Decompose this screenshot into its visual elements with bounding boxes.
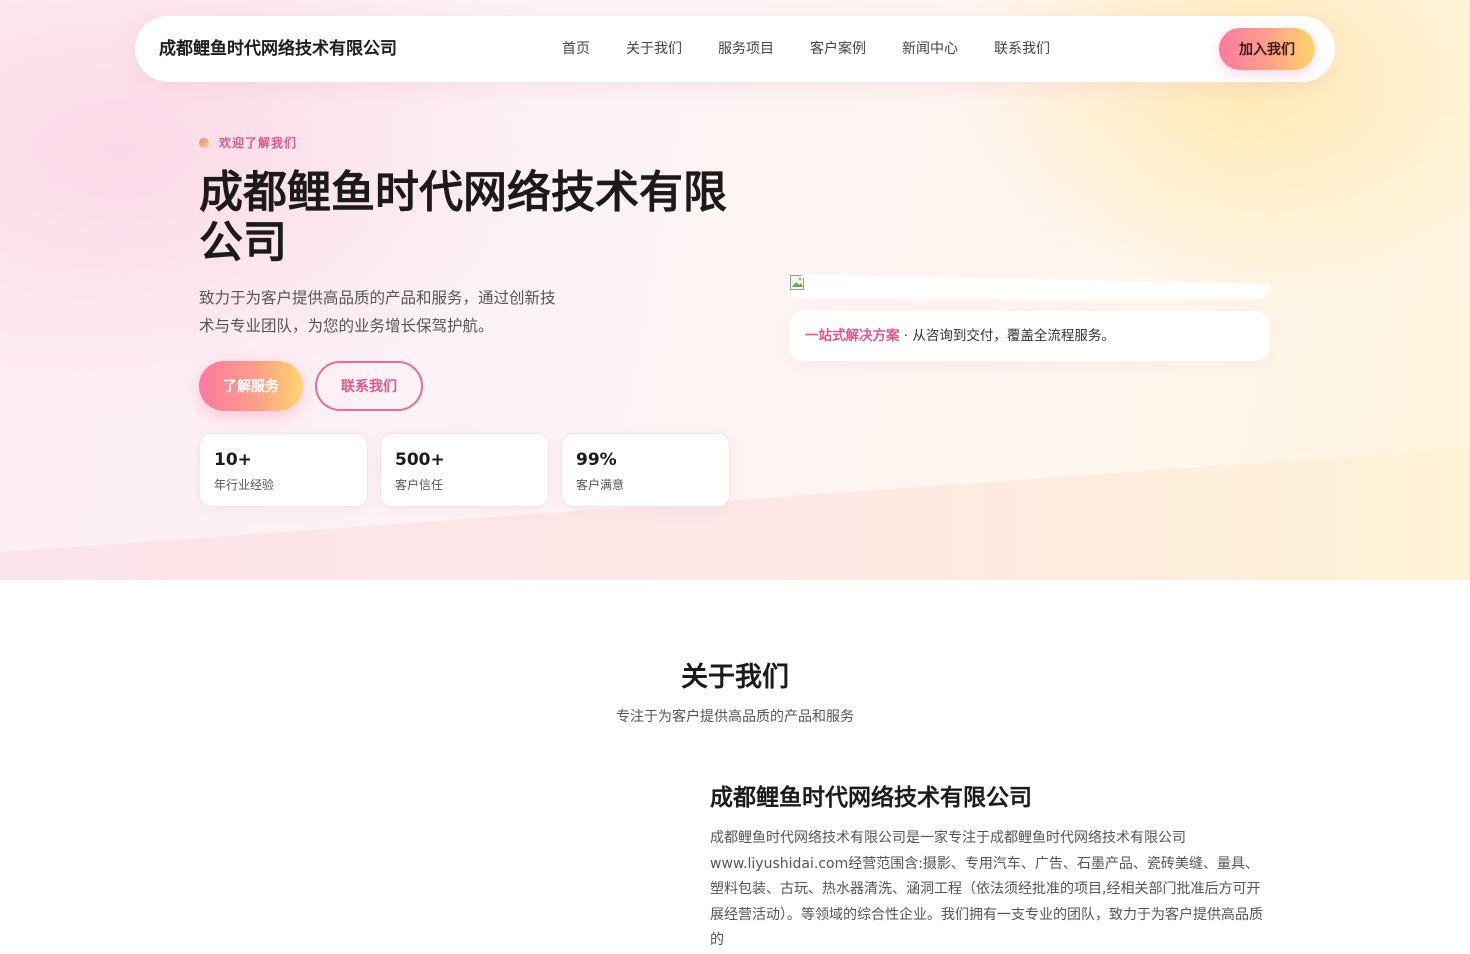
hero-stats: 10+ 年行业经验 500+ 客户信任 99% 客户满意 — [199, 433, 730, 507]
note-text: · 从咨询到交付，覆盖全流程服务。 — [899, 328, 1115, 344]
nav-link-services[interactable]: 服务项目 — [718, 16, 774, 82]
nav-links: 首页 关于我们 服务项目 客户案例 新闻中心 联系我们 — [562, 16, 1086, 82]
broken-image-icon — [790, 275, 806, 290]
hero-description: 致力于为客户提供高品质的产品和服务，通过创新技术与专业团队，为您的业务增长保驾护… — [199, 289, 556, 335]
top-navbar: 成都鲤鱼时代网络技术有限公司 首页 关于我们 服务项目 客户案例 新闻中心 联系… — [135, 16, 1335, 82]
nav-link-news[interactable]: 新闻中心 — [902, 16, 958, 82]
stat-value: 10+ — [214, 450, 252, 470]
contact-us-button[interactable]: 联系我们 — [315, 361, 423, 411]
hero-title: 成都鲤鱼时代网络技术有限公司 — [199, 167, 727, 268]
note-highlight: 一站式解决方案 — [805, 328, 900, 344]
stat-card: 99% 客户满意 — [561, 433, 730, 507]
nav-brand[interactable]: 成都鲤鱼时代网络技术有限公司 — [159, 16, 397, 82]
join-us-button[interactable]: 加入我们 — [1219, 28, 1315, 70]
about-section-subtitle: 专注于为客户提供高品质的产品和服务 — [616, 709, 854, 725]
about-company-body: 成都鲤鱼时代网络技术有限公司是一家专注于成都鲤鱼时代网络技术有限公司www.li… — [710, 830, 1263, 948]
stat-value: 500+ — [395, 450, 445, 470]
eyebrow-dot-icon — [199, 137, 209, 148]
stat-label: 客户信任 — [395, 478, 444, 492]
hero-eyebrow: 欢迎了解我们 — [199, 134, 297, 151]
about-section-title: 关于我们 — [681, 662, 789, 693]
learn-services-button[interactable]: 了解服务 — [199, 361, 303, 411]
stat-card: 500+ 客户信任 — [380, 433, 549, 507]
nav-link-cases[interactable]: 客户案例 — [810, 16, 866, 82]
stat-label: 年行业经验 — [214, 478, 275, 492]
stat-value: 99% — [576, 450, 617, 470]
nav-link-home[interactable]: 首页 — [562, 16, 590, 82]
stat-card: 10+ 年行业经验 — [199, 433, 368, 507]
stat-label: 客户满意 — [576, 478, 625, 492]
hero-note-card: 一站式解决方案 · 从咨询到交付，覆盖全流程服务。 — [789, 311, 1270, 361]
nav-link-about[interactable]: 关于我们 — [626, 16, 682, 82]
about-company-title: 成都鲤鱼时代网络技术有限公司 — [710, 785, 1032, 811]
nav-link-contact[interactable]: 联系我们 — [994, 16, 1050, 82]
eyebrow-text: 欢迎了解我们 — [219, 136, 298, 150]
